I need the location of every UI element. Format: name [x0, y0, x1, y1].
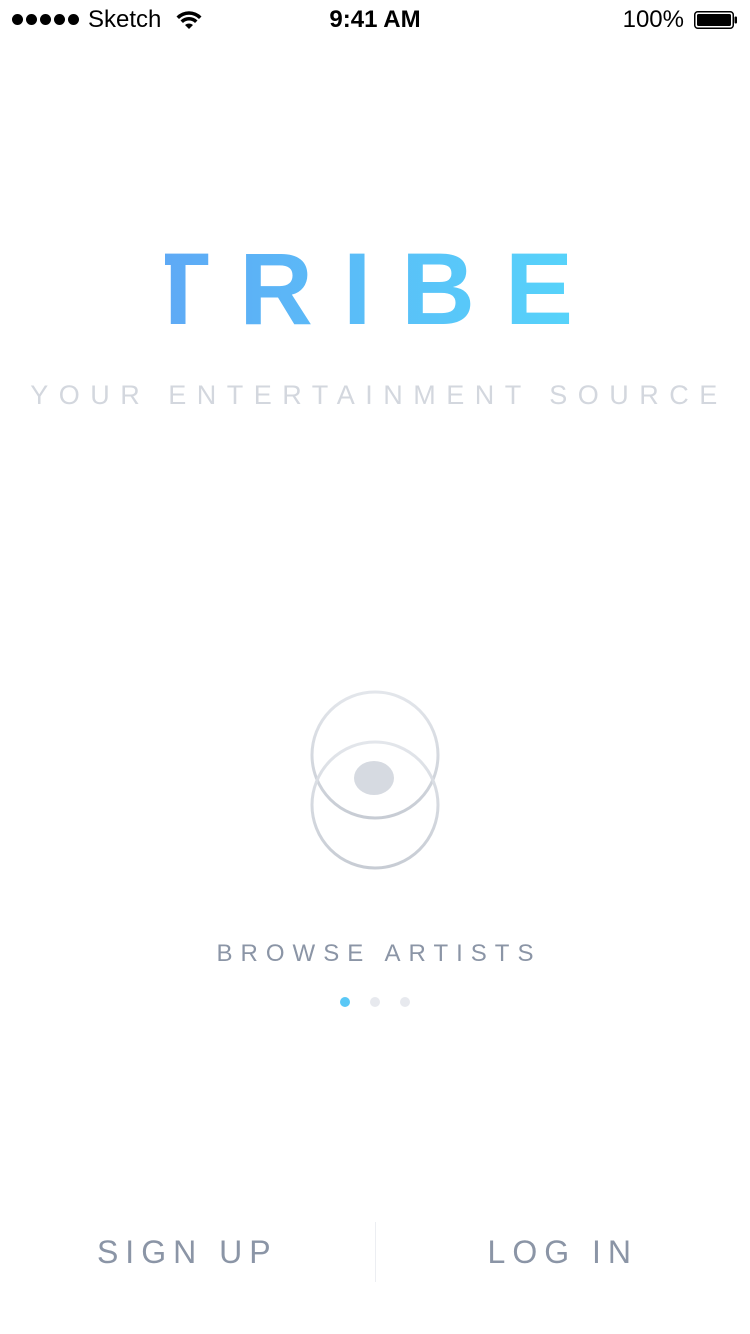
page-dot-3[interactable]	[400, 997, 410, 1007]
status-bar: Sketch 9:41 AM 100%	[0, 0, 750, 40]
music-note-circles-icon	[310, 690, 440, 870]
page-dot-2[interactable]	[370, 997, 380, 1007]
battery-icon	[694, 11, 737, 29]
battery-percent: 100%	[622, 6, 684, 33]
page-dot-1[interactable]	[340, 997, 350, 1007]
tribe-logo: TRIBE	[165, 232, 585, 338]
logo-text: TRIBE	[165, 232, 585, 338]
log-in-button[interactable]: LOG IN	[376, 1222, 750, 1282]
brand-logo: TRIBE	[0, 228, 750, 338]
tagline: YOUR ENTERTAINMENT SOURCE	[30, 380, 728, 410]
sign-up-button[interactable]: SIGN UP	[0, 1222, 375, 1282]
auth-actions: SIGN UP LOG IN	[0, 1222, 750, 1282]
carousel-label: BROWSE ARTISTS	[216, 940, 542, 967]
page-indicator[interactable]	[0, 997, 750, 1007]
